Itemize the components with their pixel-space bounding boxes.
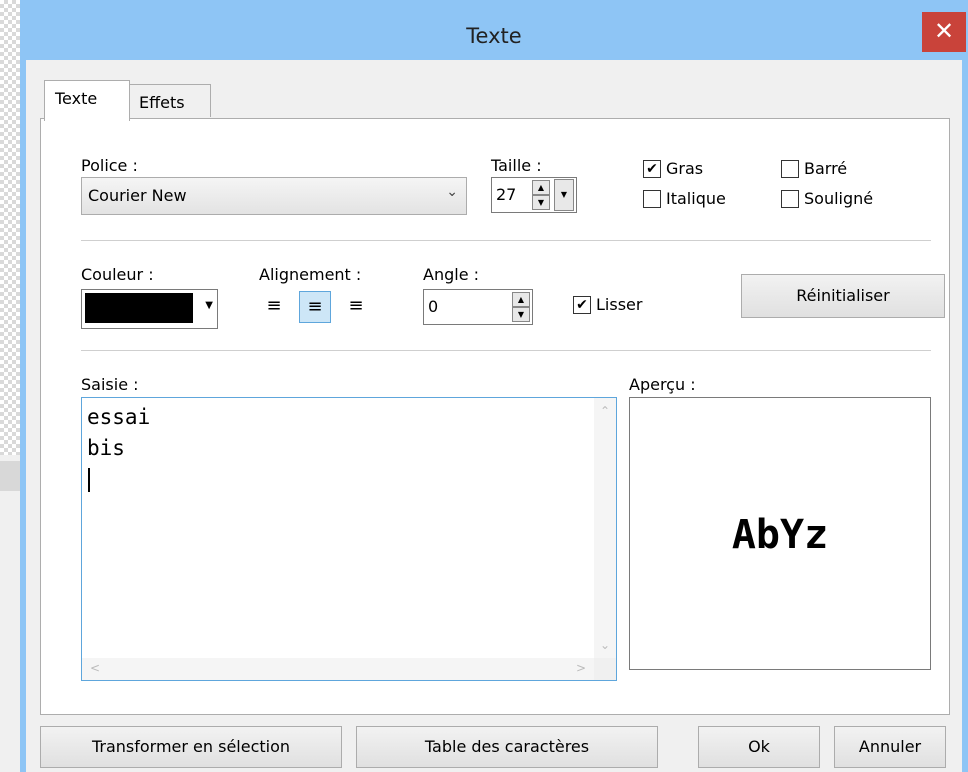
tab-effets-label: Effets bbox=[139, 93, 185, 112]
size-value: 27 bbox=[496, 185, 517, 204]
underline-label: Souligné bbox=[804, 189, 874, 208]
font-select[interactable]: Courier New ⌄ bbox=[81, 177, 467, 215]
alignment-label: Alignement : bbox=[259, 265, 362, 284]
italic-label: Italique bbox=[666, 189, 726, 208]
smooth-label: Lisser bbox=[596, 295, 643, 314]
preview-box: AbYz bbox=[629, 397, 931, 670]
size-dropdown-button[interactable]: ▼ bbox=[554, 179, 574, 211]
font-label: Police : bbox=[81, 156, 138, 175]
spin-up-icon[interactable]: ▲ bbox=[512, 292, 530, 307]
text-input-area[interactable]: essai bis ⌃ ⌄ < > bbox=[81, 397, 617, 681]
color-label: Couleur : bbox=[81, 265, 154, 284]
spin-up-icon[interactable]: ▲ bbox=[532, 180, 550, 195]
close-button[interactable]: ✕ bbox=[922, 12, 966, 52]
align-center-icon[interactable]: ≡ bbox=[299, 291, 331, 323]
cancel-button[interactable]: Annuler bbox=[834, 726, 946, 768]
color-picker[interactable]: ▼ bbox=[81, 289, 218, 329]
align-left-icon[interactable]: ≡ bbox=[259, 291, 289, 321]
angle-stepper[interactable]: 0 ▲ ▼ bbox=[423, 289, 533, 325]
bold-checkbox[interactable]: ✔ Gras bbox=[643, 159, 703, 178]
ok-button[interactable]: Ok bbox=[698, 726, 820, 768]
strike-checkbox[interactable]: Barré bbox=[781, 159, 847, 178]
scroll-right-icon[interactable]: > bbox=[576, 661, 586, 675]
separator bbox=[81, 350, 931, 351]
tab-texte[interactable]: Texte bbox=[44, 80, 130, 121]
strike-label: Barré bbox=[804, 159, 848, 178]
tab-panel: Police : Courier New ⌄ Taille : 27 ▲ ▼ ▼… bbox=[40, 118, 950, 715]
tab-texte-label: Texte bbox=[55, 89, 98, 108]
align-right-icon[interactable]: ≡ bbox=[341, 291, 371, 321]
dialog-title: Texte bbox=[466, 24, 522, 48]
scroll-corner bbox=[594, 658, 616, 680]
vertical-scrollbar[interactable]: ⌃ ⌄ bbox=[594, 398, 616, 658]
preview-label: Aperçu : bbox=[629, 375, 696, 394]
close-icon: ✕ bbox=[933, 17, 955, 45]
preview-text: AbYz bbox=[731, 512, 829, 558]
checkmark-icon: ✔ bbox=[643, 159, 661, 178]
italic-checkbox[interactable]: Italique bbox=[643, 189, 726, 208]
horizontal-scrollbar[interactable]: < > bbox=[82, 658, 594, 680]
scroll-up-icon[interactable]: ⌃ bbox=[600, 404, 610, 418]
angle-label: Angle : bbox=[423, 265, 480, 284]
character-map-button[interactable]: Table des caractères bbox=[356, 726, 658, 768]
size-stepper[interactable]: 27 ▲ ▼ ▼ bbox=[491, 177, 577, 213]
reset-button[interactable]: Réinitialiser bbox=[741, 274, 945, 318]
dropdown-arrow-icon: ▼ bbox=[205, 300, 213, 311]
color-swatch bbox=[85, 293, 193, 323]
checkmark-icon: ✔ bbox=[573, 295, 591, 314]
scroll-left-icon[interactable]: < bbox=[90, 661, 100, 675]
transform-selection-button[interactable]: Transformer en sélection bbox=[40, 726, 342, 768]
dialog-client: Texte Effets Police : Courier New ⌄ Tail… bbox=[26, 60, 962, 772]
spin-down-icon[interactable]: ▼ bbox=[512, 307, 530, 322]
scroll-down-icon[interactable]: ⌄ bbox=[600, 638, 610, 652]
text-caret bbox=[88, 468, 90, 492]
spin-down-icon[interactable]: ▼ bbox=[532, 195, 550, 210]
text-input-value: essai bis bbox=[87, 405, 151, 460]
bold-label: Gras bbox=[666, 159, 704, 178]
font-select-value: Courier New bbox=[88, 186, 187, 205]
chevron-down-icon: ⌄ bbox=[446, 184, 458, 200]
tab-effets[interactable]: Effets bbox=[129, 84, 211, 117]
text-dialog: Texte ✕ Texte Effets Police : Courier Ne… bbox=[20, 0, 968, 772]
angle-value: 0 bbox=[428, 297, 439, 316]
separator bbox=[81, 240, 931, 241]
underline-checkbox[interactable]: Souligné bbox=[781, 189, 873, 208]
input-label: Saisie : bbox=[81, 375, 139, 394]
size-label: Taille : bbox=[491, 156, 542, 175]
smooth-checkbox[interactable]: ✔ Lisser bbox=[573, 295, 642, 314]
